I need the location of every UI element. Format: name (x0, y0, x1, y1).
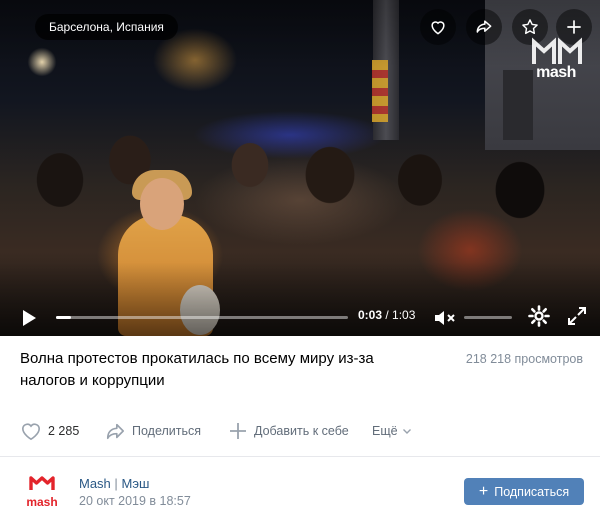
heart-outline-icon (21, 423, 41, 441)
add-label: Добавить к себе (254, 424, 349, 438)
divider (0, 456, 600, 457)
channel-name-text[interactable]: Mash (79, 476, 111, 491)
mash-logo-icon (532, 37, 582, 64)
mash-logo-icon: mash (26, 476, 58, 509)
location-label: Барселона, Испания (35, 14, 178, 40)
progress-fill (56, 316, 71, 319)
video-vignette (0, 0, 600, 336)
watermark-text: mash (536, 64, 576, 81)
duration: 1:03 (392, 308, 416, 322)
progress-bar[interactable] (56, 316, 348, 319)
fullscreen-icon[interactable] (566, 305, 588, 327)
video-player[interactable]: Барселона, Испания mash 0:03 / 1:03 (0, 0, 600, 336)
share-video-button[interactable] (466, 9, 502, 45)
channel-avatar[interactable]: mash (20, 470, 64, 514)
current-time: 0:03 (358, 308, 383, 322)
like-count: 2 285 (48, 424, 80, 438)
view-count: 218 218 просмотров (465, 352, 583, 366)
muted-speaker-icon[interactable] (432, 306, 458, 330)
channel-name[interactable]: Mash | Мэш (79, 476, 149, 491)
video-controls: 0:03 / 1:03 (0, 300, 600, 336)
action-bar: 2 285 Поделиться Добавить к себе Ещё (0, 416, 600, 446)
more-label: Ещё (372, 424, 398, 438)
video-title: Волна протестов прокатилась по всему мир… (20, 350, 374, 389)
like-video-button[interactable] (420, 9, 456, 45)
share-arrow-icon (476, 20, 492, 33)
channel-alt-name[interactable]: Мэш (121, 476, 149, 491)
share-label: Поделиться (132, 424, 202, 438)
time-display: 0:03 / 1:03 (358, 308, 416, 322)
more-button[interactable]: Ещё (372, 416, 412, 446)
subscribe-plus-icon: + (478, 482, 489, 500)
gear-icon[interactable] (527, 304, 551, 328)
chevron-down-icon (402, 429, 411, 434)
heart-icon (431, 21, 445, 35)
share-button[interactable]: Поделиться (104, 416, 201, 446)
star-icon (522, 19, 538, 35)
subscribe-button[interactable]: + Подписаться (464, 478, 584, 505)
post-date: 20 окт 2019 в 18:57 (79, 494, 191, 508)
avatar-logo-text: mash (26, 495, 57, 509)
like-button[interactable]: 2 285 (20, 416, 79, 446)
plus-icon (230, 423, 246, 439)
channel-name-separator: | (114, 476, 118, 491)
subscribe-label: Подписаться (494, 484, 570, 499)
mash-watermark: mash (527, 36, 587, 84)
plus-icon (567, 20, 581, 34)
share-icon (106, 423, 124, 440)
play-icon[interactable] (18, 306, 40, 330)
volume-slider[interactable] (464, 316, 512, 319)
add-to-self-button[interactable]: Добавить к себе (228, 416, 349, 446)
